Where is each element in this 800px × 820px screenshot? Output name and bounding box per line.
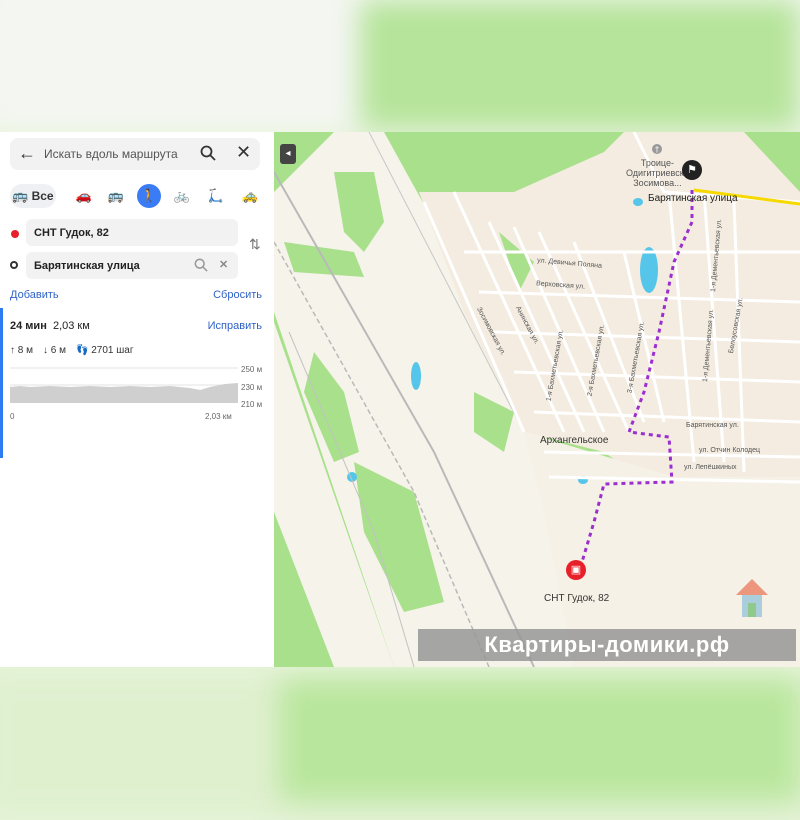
destination-label: Барятинская улица [648,193,738,204]
street-baryat-ul: Барятинская ул. [686,422,739,429]
route-time-distance: 24 мин 2,03 км [10,320,90,332]
watermark: Квартиры-домики.рф [418,629,796,661]
to-field[interactable]: Барятинская улица ✕ [26,252,238,279]
close-icon[interactable]: ✕ [236,142,251,163]
collapse-panel-button[interactable]: ◂ [280,144,296,164]
swap-points-icon[interactable]: ⇅ [249,236,261,253]
to-search-icon[interactable] [194,258,208,275]
elev-x-end: 2,03 км [205,412,232,421]
street-otchin: ул. Отчин Колодец [699,447,761,454]
blurred-forest-bottom [280,680,800,800]
reset-link[interactable]: Сбросить [213,289,262,301]
start-point-dot [11,230,19,238]
elev-x-start: 0 [10,412,15,421]
taxi-icon[interactable]: 🚕 [238,184,262,208]
fix-route-link[interactable]: Исправить [208,320,262,332]
elev-label-210: 210 м [241,400,263,409]
transport-modes: 🚌 Все 🚗 🚌 🚶 🚲 🛴 🚕 [10,184,266,208]
bicycle-icon[interactable]: 🚲 [170,184,194,208]
route-panel: ← Искать вдоль маршрута ✕ 🚌 Все 🚗 🚌 🚶 🚲 🛴… [0,132,274,667]
start-marker[interactable]: ▣ [566,560,586,580]
street-lepesh: ул. Лепёшкиных [684,464,737,471]
end-point-dot [10,261,18,269]
route-stats: ↑ 8 м ↓ 6 м 👣 2701 шаг [10,345,134,356]
route-summary[interactable]: 24 мин 2,03 км Исправить ↑ 8 м ↓ 6 м 👣 2… [0,308,274,458]
church-label: Троице- Одигитриевска Зосимова... [626,158,689,188]
bus-icon[interactable]: 🚌 [104,184,128,208]
back-arrow-icon[interactable]: ← [18,143,36,164]
map-view[interactable]: † ◂ Троице- Одигитриевска Зосимова... ⚑ … [274,132,800,667]
route-search-bar[interactable]: ← Искать вдоль маршрута ✕ [10,138,260,170]
map-canvas: † [274,132,800,667]
add-point-link[interactable]: Добавить [10,289,59,301]
elevation-profile [10,367,238,403]
elev-label-230: 230 м [241,383,263,392]
descent-stat: ↓ 6 м [43,345,66,356]
blurred-forest [360,0,800,130]
village-label: Архангельское [540,435,609,446]
destination-marker[interactable]: ⚑ [682,160,702,180]
clear-icon[interactable]: ✕ [219,258,228,271]
from-field[interactable]: СНТ Гудок, 82 [26,219,238,246]
mode-all-button[interactable]: 🚌 Все [10,184,56,208]
map-app-window: † ◂ Троице- Одигитриевска Зосимова... ⚑ … [0,132,800,667]
elev-label-250: 250 м [241,365,263,374]
car-icon[interactable]: 🚗 [72,184,96,208]
walk-icon[interactable]: 🚶 [137,184,161,208]
ascent-stat: ↑ 8 м [10,345,33,356]
svg-text:†: † [655,145,659,154]
car-bus-icon: 🚌 [12,188,29,203]
start-label: СНТ Гудок, 82 [544,593,610,604]
search-input[interactable]: Искать вдоль маршрута [44,147,178,161]
search-icon[interactable] [200,145,216,166]
scooter-icon[interactable]: 🛴 [204,184,228,208]
steps-stat: 👣 2701 шаг [76,345,134,356]
watermark-logo-icon [734,579,770,623]
